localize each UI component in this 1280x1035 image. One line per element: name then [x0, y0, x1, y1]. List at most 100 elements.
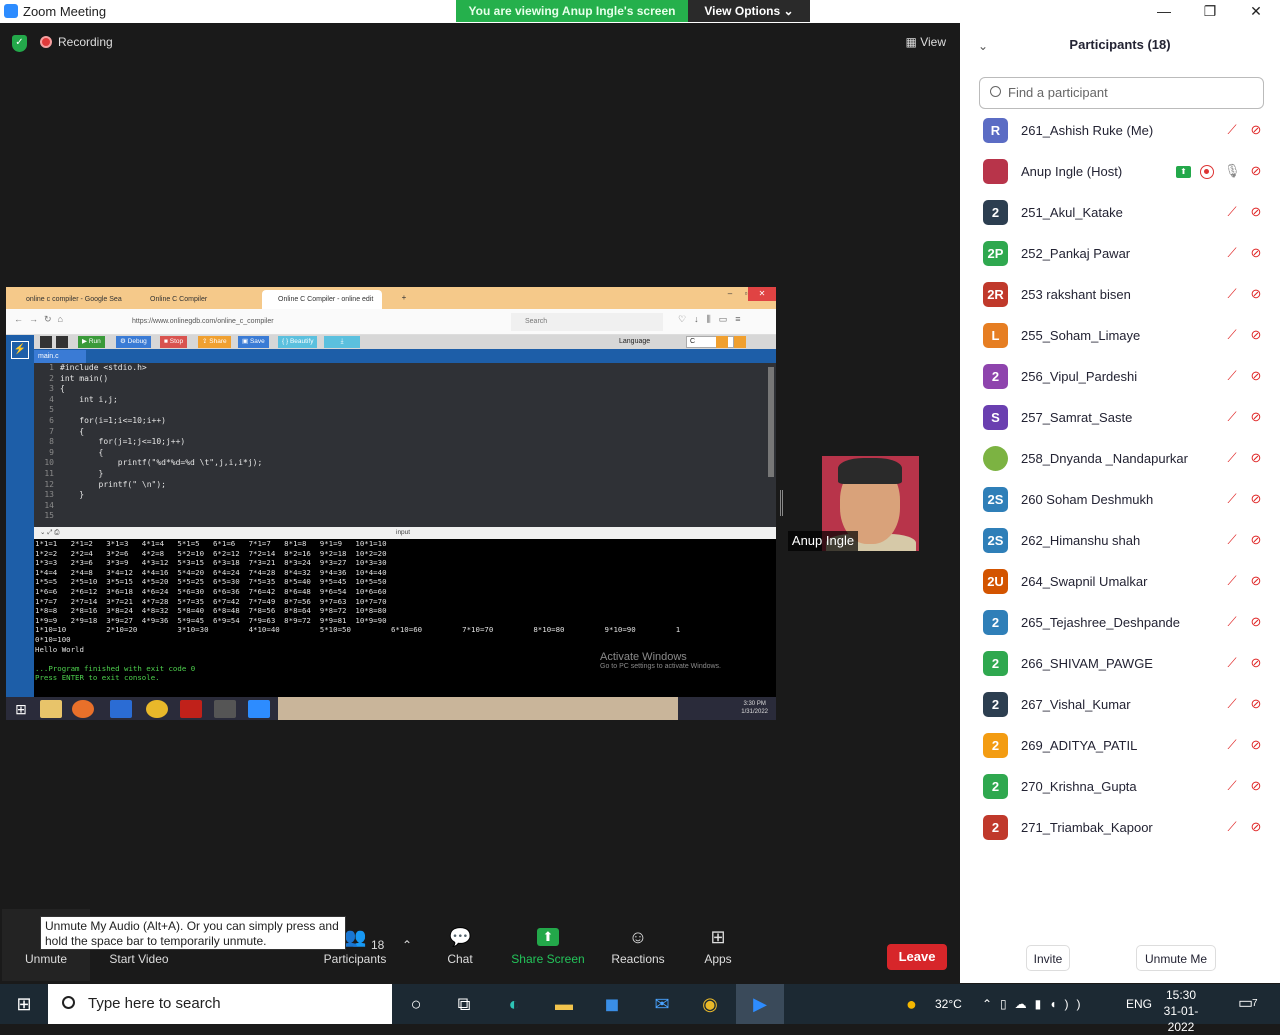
- chrome-icon[interactable]: ◉: [686, 984, 734, 1024]
- participant-row[interactable]: 2S 262_Himanshu shah ⟋ ⊘: [960, 521, 1280, 562]
- inner-acrobat-icon[interactable]: [180, 700, 202, 718]
- participant-row[interactable]: L 255_Soham_Limaye ⟋ ⊘: [960, 316, 1280, 357]
- chat-button[interactable]: 💬 Chat: [436, 910, 484, 984]
- code-line: 3{: [34, 384, 776, 395]
- inner-app-icon[interactable]: [110, 700, 132, 718]
- output-console[interactable]: 1*1=1 2*1=2 3*1=3 4*1=4 5*1=5 6*1=6 7*1=…: [34, 539, 776, 697]
- minimize-button[interactable]: —: [1141, 0, 1187, 22]
- clock-date: 31-01-2022: [1163, 1004, 1199, 1034]
- participant-row[interactable]: 2S 260 Soham Deshmukh ⟋ ⊘: [960, 480, 1280, 521]
- mail-icon[interactable]: ✉: [638, 984, 686, 1024]
- muted-mic-icon: ⟋: [1227, 655, 1237, 670]
- inner-taskbar: ⊞ 3:30 PM 1/31/2022: [6, 697, 776, 720]
- participant-name: 260 Soham Deshmukh: [1021, 492, 1154, 507]
- maximize-button[interactable]: ❐: [1187, 0, 1233, 22]
- code-editor[interactable]: 1 #include <stdio.h> 2 int main() 3{4 int i,…: [34, 363, 776, 527]
- close-button[interactable]: ✕: [1233, 0, 1279, 22]
- taskbar-search-input[interactable]: Type here to search: [48, 984, 392, 1024]
- task-view-icon[interactable]: ⧉: [440, 984, 488, 1024]
- taskbar-clock[interactable]: 15:30 31-01-2022: [1156, 987, 1206, 1035]
- url-field[interactable]: https://www.onlinegdb.com/online_c_compi…: [116, 313, 506, 331]
- leave-button[interactable]: Leave: [887, 944, 947, 970]
- unmute-me-button[interactable]: Unmute Me: [1136, 945, 1216, 971]
- inner-firefox-icon[interactable]: [72, 700, 94, 718]
- view-options-button[interactable]: View Options ⌄: [688, 0, 810, 22]
- participant-row[interactable]: S 257_Samrat_Saste ⟋ ⊘: [960, 398, 1280, 439]
- split-handle[interactable]: [780, 490, 783, 516]
- upload-icon[interactable]: [56, 336, 68, 348]
- nav-arrows-icon[interactable]: ←→↻⌂: [14, 314, 69, 325]
- participant-photo-avatar: [983, 159, 1008, 184]
- windows-start-icon[interactable]: ⊞: [0, 984, 48, 1024]
- beautify-button[interactable]: { } Beautify: [278, 336, 318, 348]
- participant-search-placeholder: Find a participant: [1008, 85, 1108, 100]
- participant-row[interactable]: 2 270_Krishna_Gupta ⟋ ⊘: [960, 767, 1280, 808]
- editor-scrollbar[interactable]: [768, 367, 774, 477]
- zoom-taskbar-icon[interactable]: ▶: [736, 984, 784, 1024]
- inner-chrome-icon[interactable]: [146, 700, 168, 718]
- stop-button[interactable]: ■ Stop: [160, 336, 188, 348]
- invite-button[interactable]: Invite: [1026, 945, 1070, 971]
- participant-row[interactable]: 2 266_SHIVAM_PAWGE ⟋ ⊘: [960, 644, 1280, 685]
- temperature[interactable]: 32°C: [935, 984, 962, 1024]
- share-screen-button[interactable]: ⬆ Share Screen: [510, 910, 586, 984]
- activate-title: Activate Windows: [600, 651, 687, 663]
- browser-tab-active[interactable]: Online C Compiler - online edit: [262, 290, 382, 309]
- participant-row[interactable]: 2U 264_Swapnil Umalkar ⟋ ⊘: [960, 562, 1280, 603]
- run-button[interactable]: ▶ Run: [78, 336, 105, 348]
- save-button[interactable]: ▣ Save: [238, 336, 269, 348]
- participant-row[interactable]: 2R 253 rakshant bisen ⟋ ⊘: [960, 275, 1280, 316]
- settings-icon[interactable]: [734, 336, 746, 348]
- file-tab-main-c[interactable]: main.c: [34, 350, 86, 363]
- security-shield-icon[interactable]: ✓: [12, 35, 27, 52]
- inner-file-explorer-icon[interactable]: [40, 700, 62, 718]
- store-icon[interactable]: ◼: [588, 984, 636, 1024]
- reactions-button[interactable]: ☺ Reactions: [606, 910, 670, 984]
- run-label: Run: [88, 338, 101, 345]
- browser-search-field[interactable]: Search: [511, 313, 663, 331]
- participant-row[interactable]: 2 271_Triambak_Kapoor ⟋ ⊘: [960, 808, 1280, 849]
- participant-row[interactable]: 2 256_Vipul_Pardeshi ⟋ ⊘: [960, 357, 1280, 398]
- participant-row[interactable]: 2 269_ADITYA_PATIL ⟋ ⊘: [960, 726, 1280, 767]
- new-file-icon[interactable]: [40, 336, 52, 348]
- browser-toolbar-icons[interactable]: ♡↓⫼▭≡: [678, 314, 748, 325]
- inner-zoom-icon[interactable]: [248, 700, 270, 718]
- debug-button[interactable]: ⚙ Debug: [116, 336, 151, 348]
- system-tray-icons[interactable]: ⌃▯☁▮◖)): [982, 984, 1089, 1024]
- line-number: 11: [44, 468, 54, 478]
- apps-button[interactable]: ⊞ Apps: [696, 910, 740, 984]
- edge-icon[interactable]: ◐: [490, 984, 538, 1024]
- inner-windows-start-icon[interactable]: ⊞: [10, 700, 32, 718]
- onlinegdb-logo-icon[interactable]: ⚡: [11, 341, 29, 359]
- file-explorer-icon[interactable]: ▬: [540, 984, 588, 1024]
- browser-close-icon[interactable]: ✕: [748, 287, 776, 301]
- info-icon[interactable]: [716, 336, 728, 348]
- console-controls-icons[interactable]: ⌄ ⤢ ⎙: [40, 527, 59, 539]
- participant-row[interactable]: 2P 252_Pankaj Pawar ⟋ ⊘: [960, 234, 1280, 275]
- participant-search-input[interactable]: Find a participant: [979, 77, 1264, 109]
- recording-indicator[interactable]: Recording: [40, 35, 113, 49]
- participants-icon: 👥: [344, 927, 367, 947]
- participant-row[interactable]: Anup Ingle (Host) ⬆ 🎙 ⊘: [960, 152, 1280, 193]
- view-button[interactable]: ▦ View: [906, 35, 946, 49]
- inner-tool-icon[interactable]: [214, 700, 236, 718]
- download-icon[interactable]: ⤓: [324, 336, 360, 348]
- cortana-icon[interactable]: ○: [392, 984, 440, 1024]
- participants-chevron-up-icon[interactable]: ⌃: [402, 938, 412, 952]
- participant-row[interactable]: 2 267_Vishal_Kumar ⟋ ⊘: [960, 685, 1280, 726]
- participant-row[interactable]: 2 251_Akul_Katake ⟋ ⊘: [960, 193, 1280, 234]
- browser-tab[interactable]: Online C Compiler: [134, 290, 258, 309]
- browser-tab[interactable]: online c compiler - Google Sea: [10, 290, 124, 309]
- new-tab-icon[interactable]: +: [390, 291, 418, 305]
- line-number: 12: [44, 479, 54, 489]
- notification-icon[interactable]: ▭: [1238, 984, 1253, 1024]
- participant-name: 262_Himanshu shah: [1021, 533, 1141, 548]
- participants-panel-title: Participants (18): [1069, 37, 1171, 52]
- input-language[interactable]: ENG: [1126, 984, 1152, 1024]
- participant-row[interactable]: 258_Dnyanda _Nandapurkar ⟋ ⊘: [960, 439, 1280, 480]
- participant-row[interactable]: R 261_Ashish Ruke (Me) ⟋ ⊘: [960, 111, 1280, 152]
- participant-row[interactable]: 2 265_Tejashree_Deshpande ⟋ ⊘: [960, 603, 1280, 644]
- unmute-label: Unmute: [24, 952, 68, 966]
- weather-sun-icon[interactable]: ●: [906, 984, 917, 1024]
- share-button[interactable]: ⇪ Share: [198, 336, 231, 348]
